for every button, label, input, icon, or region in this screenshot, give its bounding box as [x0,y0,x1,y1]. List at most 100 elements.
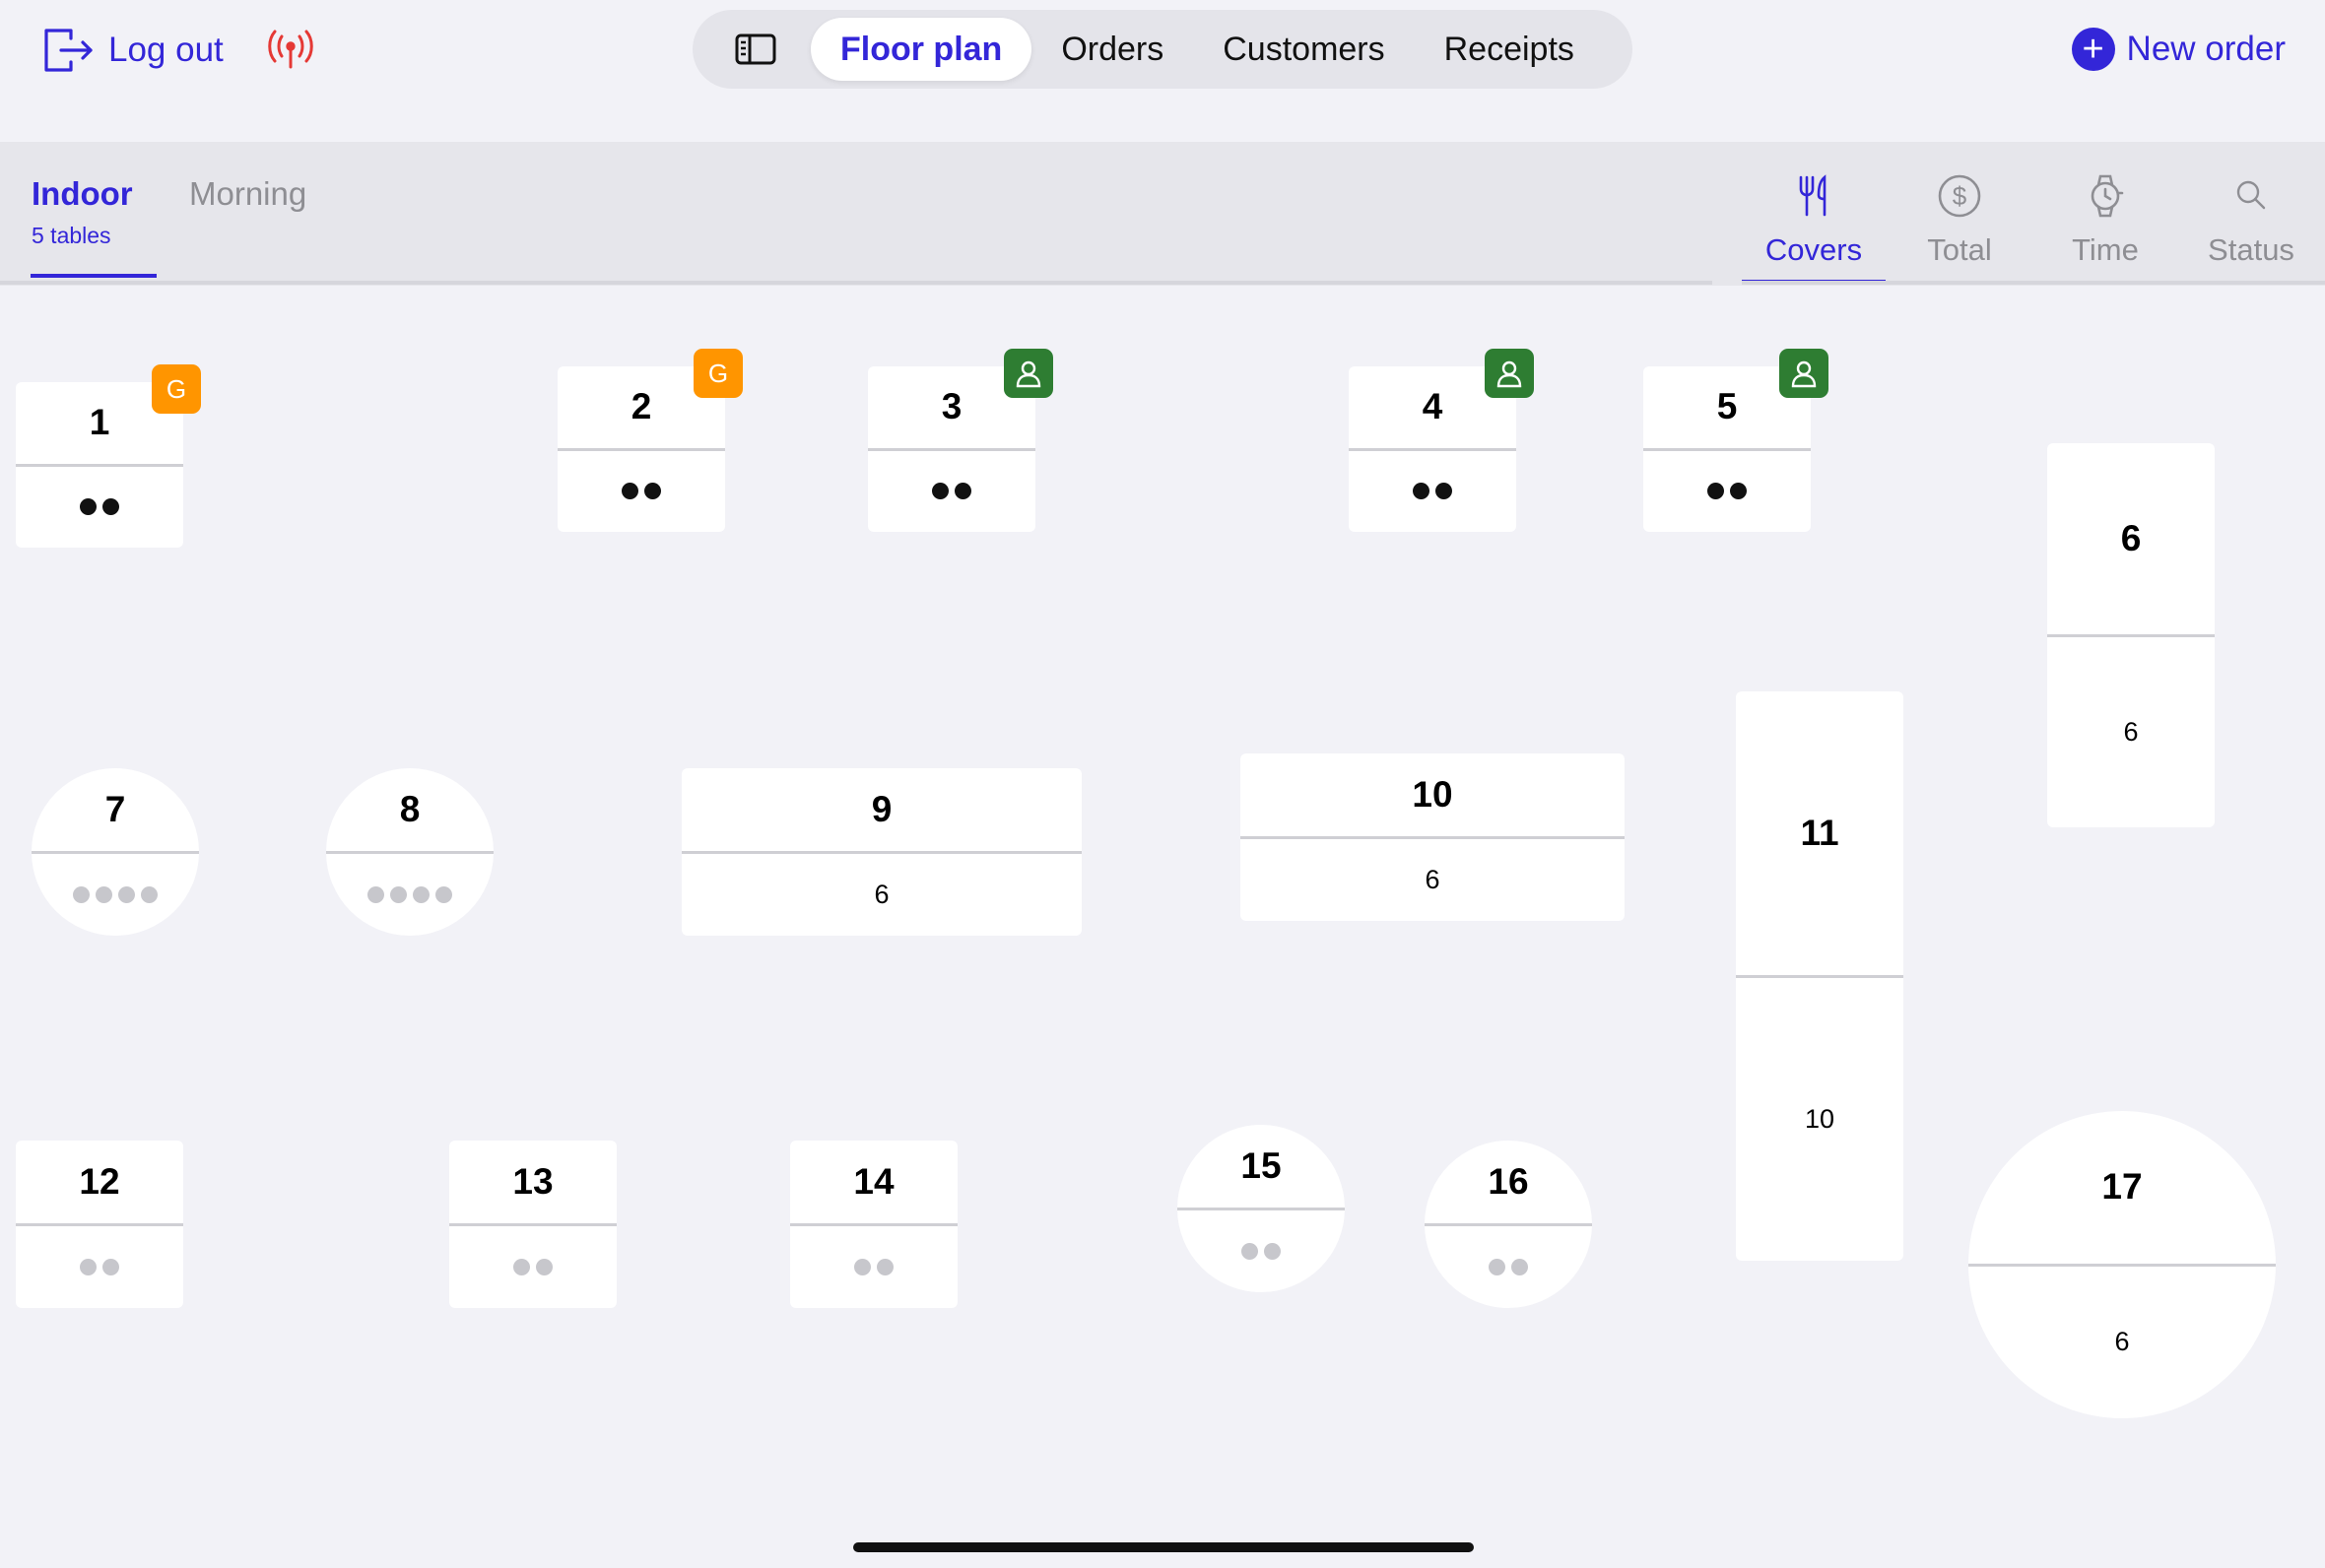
cover-dot [854,1258,871,1275]
customer-person-icon [1004,349,1053,398]
table-covers: 6 [682,854,1082,937]
table-covers [1349,451,1516,533]
area-name: Indoor [32,175,133,212]
cover-dot [80,1258,97,1275]
table-covers [868,451,1035,533]
table-7[interactable]: 7 [32,768,199,936]
tab-customers[interactable]: Customers [1193,18,1414,81]
tab-receipts[interactable]: Receipts [1415,18,1604,81]
guest-badge-icon: G [694,349,743,398]
cover-count: 6 [2123,716,2139,747]
cover-dot [1511,1258,1528,1275]
table-covers [449,1226,617,1309]
table-covers [790,1226,958,1309]
cover-dot [1241,1242,1258,1260]
cover-dot [644,483,661,500]
mode-label: Status [2208,232,2294,267]
cover-dot [1730,483,1747,500]
table-9[interactable]: 9 6 [682,768,1082,936]
customer-person-icon [1485,349,1534,398]
table-covers: 6 [2047,637,2215,828]
table-covers [326,854,494,937]
table-number: 7 [104,788,126,829]
cover-count: 6 [2114,1327,2130,1357]
connection-signal-icon[interactable] [266,26,315,71]
new-order-label: New order [2126,30,2286,68]
cover-dot [1264,1242,1281,1260]
table-covers [16,1226,183,1309]
table-covers: 10 [1736,978,1903,1262]
cover-dot [1435,483,1452,500]
cover-dot [513,1258,530,1275]
table-covers [1425,1226,1592,1309]
cover-dot [622,483,638,500]
table-16[interactable]: 16 [1425,1141,1592,1308]
watch-icon [2091,174,2124,218]
table-number: 8 [399,788,421,829]
table-covers [558,451,725,533]
logout-icon [44,29,93,72]
table-number: 6 [2120,517,2142,558]
mode-tab-total[interactable]: $ Total [1888,173,2031,282]
mode-tab-status[interactable]: Status [2179,173,2323,282]
search-icon [2236,180,2266,210]
table-number: 14 [853,1160,895,1202]
table-covers [32,854,199,937]
cover-dot [536,1258,553,1275]
tab-orders[interactable]: Orders [1031,18,1193,81]
tab-baseline [0,281,1712,285]
cover-dot [367,885,384,903]
logout-label: Log out [108,31,224,69]
cover-dot [1707,483,1724,500]
main-navigation: Floor plan Orders Customers Receipts [693,10,1632,89]
cover-dot [80,498,97,516]
customer-person-icon [1779,349,1828,398]
cover-dot [955,483,971,500]
plus-circle-icon: + [2071,28,2115,71]
mode-tab-covers[interactable]: Covers [1742,173,1886,284]
cover-dot [390,885,407,903]
cover-dot [102,498,119,516]
table-covers [1177,1210,1345,1293]
top-bar: Log out Floor plan Orders Customers Rece… [0,0,2325,142]
sidebar-icon [735,33,776,65]
cover-dot [73,885,90,903]
area-tab-morning[interactable]: Morning [189,175,306,213]
table-number: 10 [1412,773,1453,815]
active-area-underline [31,274,157,278]
table-number: 15 [1240,1144,1282,1186]
table-covers: 6 [1240,839,1625,922]
table-number: 11 [1800,812,1839,853]
dollar-circle-icon: $ [1938,174,1981,218]
table-17[interactable]: 17 6 [1968,1111,2276,1418]
area-name: Morning [189,175,307,212]
mode-tab-time[interactable]: Time [2033,173,2177,282]
cover-dot [102,1258,119,1275]
table-14[interactable]: 14 [790,1141,958,1308]
table-15[interactable]: 15 [1177,1125,1345,1292]
mode-label: Total [1927,232,1992,267]
cover-dot [435,885,452,903]
logout-button[interactable]: Log out [41,24,224,77]
table-8[interactable]: 8 [326,768,494,936]
table-number: 16 [1488,1160,1529,1202]
cover-dot [1413,483,1429,500]
table-6[interactable]: 6 6 [2047,443,2215,827]
tab-floor-plan[interactable]: Floor plan [811,18,1032,81]
sidebar-toggle-button[interactable] [700,18,811,81]
cover-dot [413,885,430,903]
table-covers [1643,451,1811,533]
table-11[interactable]: 11 10 [1736,691,1903,1261]
cover-count: 10 [1804,1103,1835,1134]
table-number: 13 [512,1160,554,1202]
cover-dot [118,885,135,903]
table-13[interactable]: 13 [449,1141,617,1308]
home-indicator [853,1542,1474,1552]
table-12[interactable]: 12 [16,1141,183,1308]
table-number: 17 [2101,1166,2143,1208]
table-10[interactable]: 10 6 [1240,753,1625,921]
area-tab-indoor[interactable]: Indoor 5 tables [31,175,157,278]
mode-label: Covers [1764,232,1863,267]
new-order-button[interactable]: + New order [2071,26,2286,73]
cover-count: 6 [874,879,890,909]
